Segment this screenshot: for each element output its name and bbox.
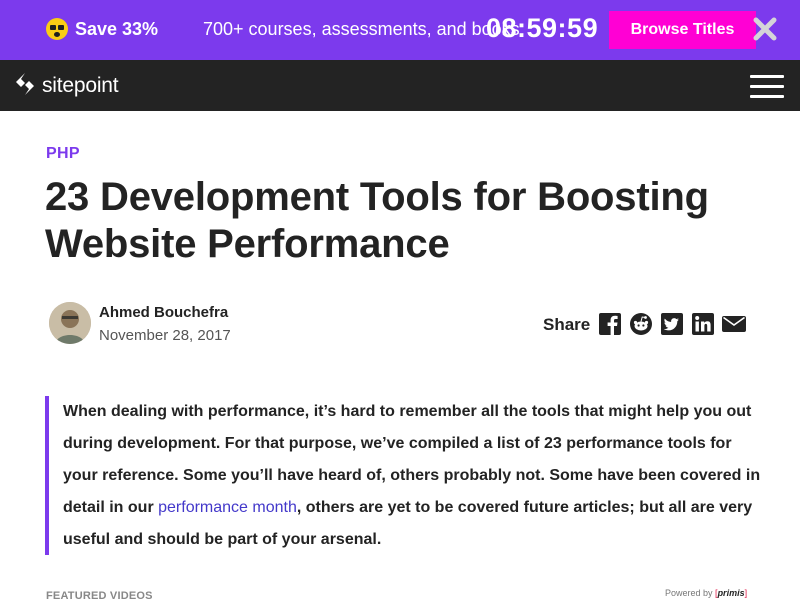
author-avatar[interactable]: [49, 302, 91, 344]
promo-discount: Save 33%: [75, 19, 159, 39]
powered-by-text: Powered by: [665, 588, 713, 598]
promo-description: 700+ courses, assessments, and books: [203, 19, 520, 39]
article-intro: When dealing with performance, it’s hard…: [45, 396, 765, 555]
facebook-icon[interactable]: [599, 313, 621, 335]
reddit-icon[interactable]: [630, 313, 652, 335]
linkedin-icon[interactable]: [692, 313, 714, 335]
author-name[interactable]: Ahmed Bouchefra: [99, 304, 228, 321]
cool-face-emoji-icon: [46, 18, 68, 40]
article-title: 23 Development Tools for Boosting Websit…: [45, 175, 709, 266]
browse-titles-button[interactable]: Browse Titles: [609, 11, 756, 49]
hamburger-menu-icon[interactable]: [750, 74, 784, 98]
powered-by-label[interactable]: Powered by [primis]: [665, 588, 747, 598]
promo-countdown-timer: 08:59:59: [486, 13, 599, 43]
email-icon[interactable]: [722, 313, 746, 335]
logo-text: sitepoint: [42, 74, 119, 97]
publish-date: November 28, 2017: [99, 327, 231, 344]
sitepoint-logo-icon: [14, 72, 36, 101]
sitepoint-logo[interactable]: sitepoint: [14, 72, 119, 101]
promo-banner: Save 33% 700+ courses, assessments, and …: [0, 0, 800, 60]
twitter-icon[interactable]: [661, 313, 683, 335]
share-label: Share: [543, 315, 591, 334]
featured-videos-label: FEATURED VIDEOS: [46, 590, 153, 602]
performance-month-link[interactable]: performance month: [158, 499, 297, 516]
close-icon[interactable]: [752, 16, 778, 42]
primis-brand: primis: [717, 588, 745, 598]
site-header: [0, 60, 800, 111]
article-category[interactable]: PHP: [46, 145, 80, 163]
